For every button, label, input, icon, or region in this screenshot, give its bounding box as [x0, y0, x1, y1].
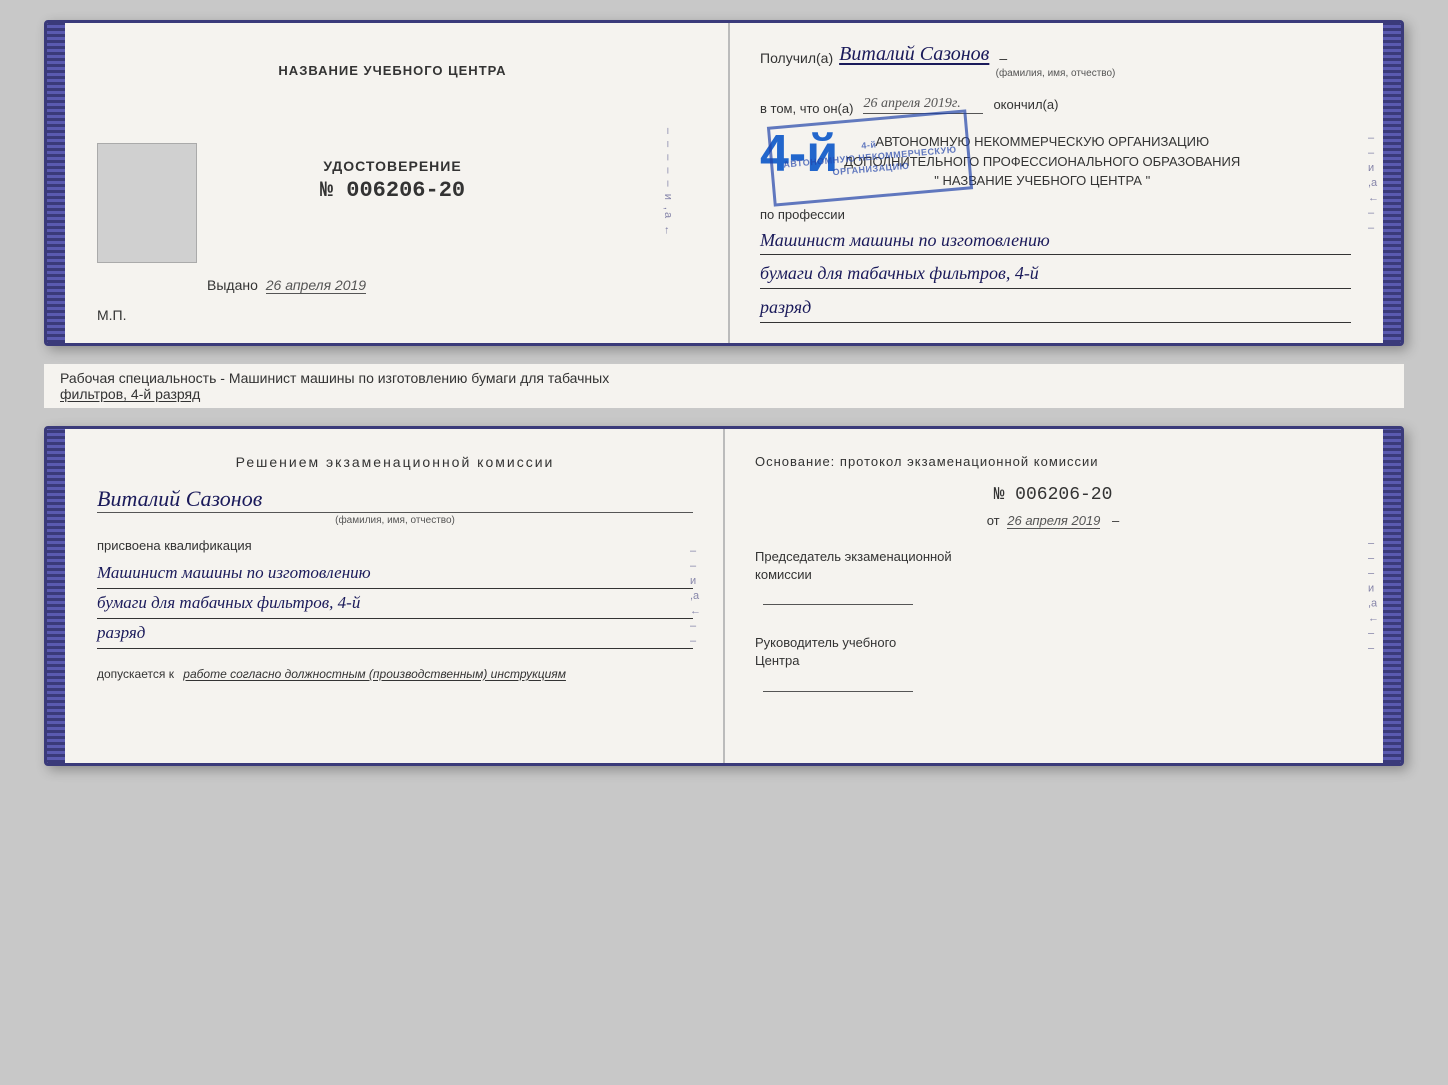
stamp-overlay: 4-йАВТОНОМНУЮ НЕКОММЕРЧЕСКУЮОРГАНИЗАЦИЮ: [767, 109, 973, 206]
bottom-spine-right: [1383, 429, 1401, 763]
qual-line1: Машинист машины по изготовлению: [97, 559, 693, 589]
right-edge-marks: – – и ,а ← – –: [1368, 132, 1379, 234]
date-from-value: 26 апреля 2019: [1007, 513, 1100, 529]
issued-label: Выдано: [207, 277, 258, 293]
bottom-right-page: Основание: протокол экзаменационной коми…: [725, 429, 1401, 763]
head-label: Руководитель учебного Центра: [755, 634, 1351, 670]
chair-label2-text: комиссии: [755, 567, 812, 582]
stamp-text: 4-йАВТОНОМНУЮ НЕКОММЕРЧЕСКУЮОРГАНИЗАЦИЮ: [782, 133, 958, 183]
profession-line3: разряд: [760, 293, 1351, 323]
recipient-sub-label: (фамилия, имя, отчество): [760, 68, 1351, 79]
okonchil-label: окончил(а): [993, 97, 1058, 112]
subtitle-text-underlined: фильтров, 4-й разряд: [60, 386, 200, 402]
recipient-prefix: Получил(а): [760, 50, 833, 66]
allowed-prefix: допускается к: [97, 667, 174, 681]
top-center-title: НАЗВАНИЕ УЧЕБНОГО ЦЕНТРА: [97, 63, 688, 78]
top-right-page: Получил(а) Виталий Сазонов – (фамилия, и…: [730, 23, 1401, 343]
bottom-left-page: Решением экзаменационной комиссии Витали…: [47, 429, 725, 763]
edge-text-left: – – – – – и ,а ←: [662, 128, 674, 238]
org-block: 4-й АВТОНОМНУЮ НЕКОММЕРЧЕСКУЮ ОРГАНИЗАЦИ…: [760, 128, 1351, 191]
recipient-name: Виталий Сазонов: [839, 43, 989, 66]
bottom-left-edge-marks: – – и ,а ← – –: [690, 545, 701, 647]
issued-line: Выдано 26 апреля 2019: [207, 277, 366, 293]
subtitle-bar: Рабочая специальность - Машинист машины …: [44, 364, 1404, 408]
bottom-right-edge-marks: – – – и ,а ← – –: [1368, 537, 1379, 654]
allowed-line: допускается к работе согласно должностны…: [97, 667, 693, 681]
allowed-text: работе согласно должностным (производств…: [183, 667, 566, 681]
top-certificate-book: НАЗВАНИЕ УЧЕБНОГО ЦЕНТРА УДОСТОВЕРЕНИЕ №…: [44, 20, 1404, 346]
profession-line1: Машинист машины по изготовлению: [760, 226, 1351, 256]
bottom-fio-label: (фамилия, имя, отчество): [97, 515, 693, 526]
recipient-line: Получил(а) Виталий Сазонов –: [760, 43, 1351, 66]
vtom-label: в том, что он(а): [760, 101, 853, 116]
head-signature-line: [763, 691, 913, 692]
profession-line2: бумаги для табачных фильтров, 4-й: [760, 259, 1351, 289]
assigned-label: присвоена квалификация: [97, 538, 693, 553]
protocol-number: № 006206-20: [755, 485, 1351, 505]
head-sig-block: Руководитель учебного Центра: [755, 634, 1351, 696]
qual-line2: бумаги для табачных фильтров, 4-й: [97, 589, 693, 619]
top-left-page: НАЗВАНИЕ УЧЕБНОГО ЦЕНТРА УДОСТОВЕРЕНИЕ №…: [47, 23, 730, 343]
head-label-text: Руководитель учебного: [755, 635, 896, 650]
bottom-certificate-book: Решением экзаменационной комиссии Витали…: [44, 426, 1404, 766]
chair-signature-line: [763, 604, 913, 605]
date-from-prefix: от: [987, 513, 1000, 528]
profession-label: по профессии: [760, 207, 1351, 222]
chair-label-text: Председатель экзаменационной: [755, 549, 952, 564]
spine-right-decoration: [1383, 23, 1401, 343]
chair-label: Председатель экзаменационной комиссии: [755, 548, 1351, 584]
basis-title: Основание: протокол экзаменационной коми…: [755, 454, 1351, 469]
mp-label: М.П.: [97, 307, 127, 323]
vtom-row: в том, что он(а) 26 апреля 2019г. окончи…: [760, 89, 1351, 120]
date-from-line: от 26 апреля 2019 –: [755, 513, 1351, 528]
chair-sig-block: Председатель экзаменационной комиссии: [755, 548, 1351, 610]
qual-line3: разряд: [97, 619, 693, 649]
bottom-person-name: Виталий Сазонов: [97, 486, 693, 513]
head-label2-text: Центра: [755, 653, 799, 668]
decision-title: Решением экзаменационной комиссии: [97, 454, 693, 470]
issued-date: 26 апреля 2019: [266, 277, 366, 294]
photo-placeholder: [97, 143, 197, 263]
subtitle-text: Рабочая специальность - Машинист машины …: [60, 370, 609, 386]
